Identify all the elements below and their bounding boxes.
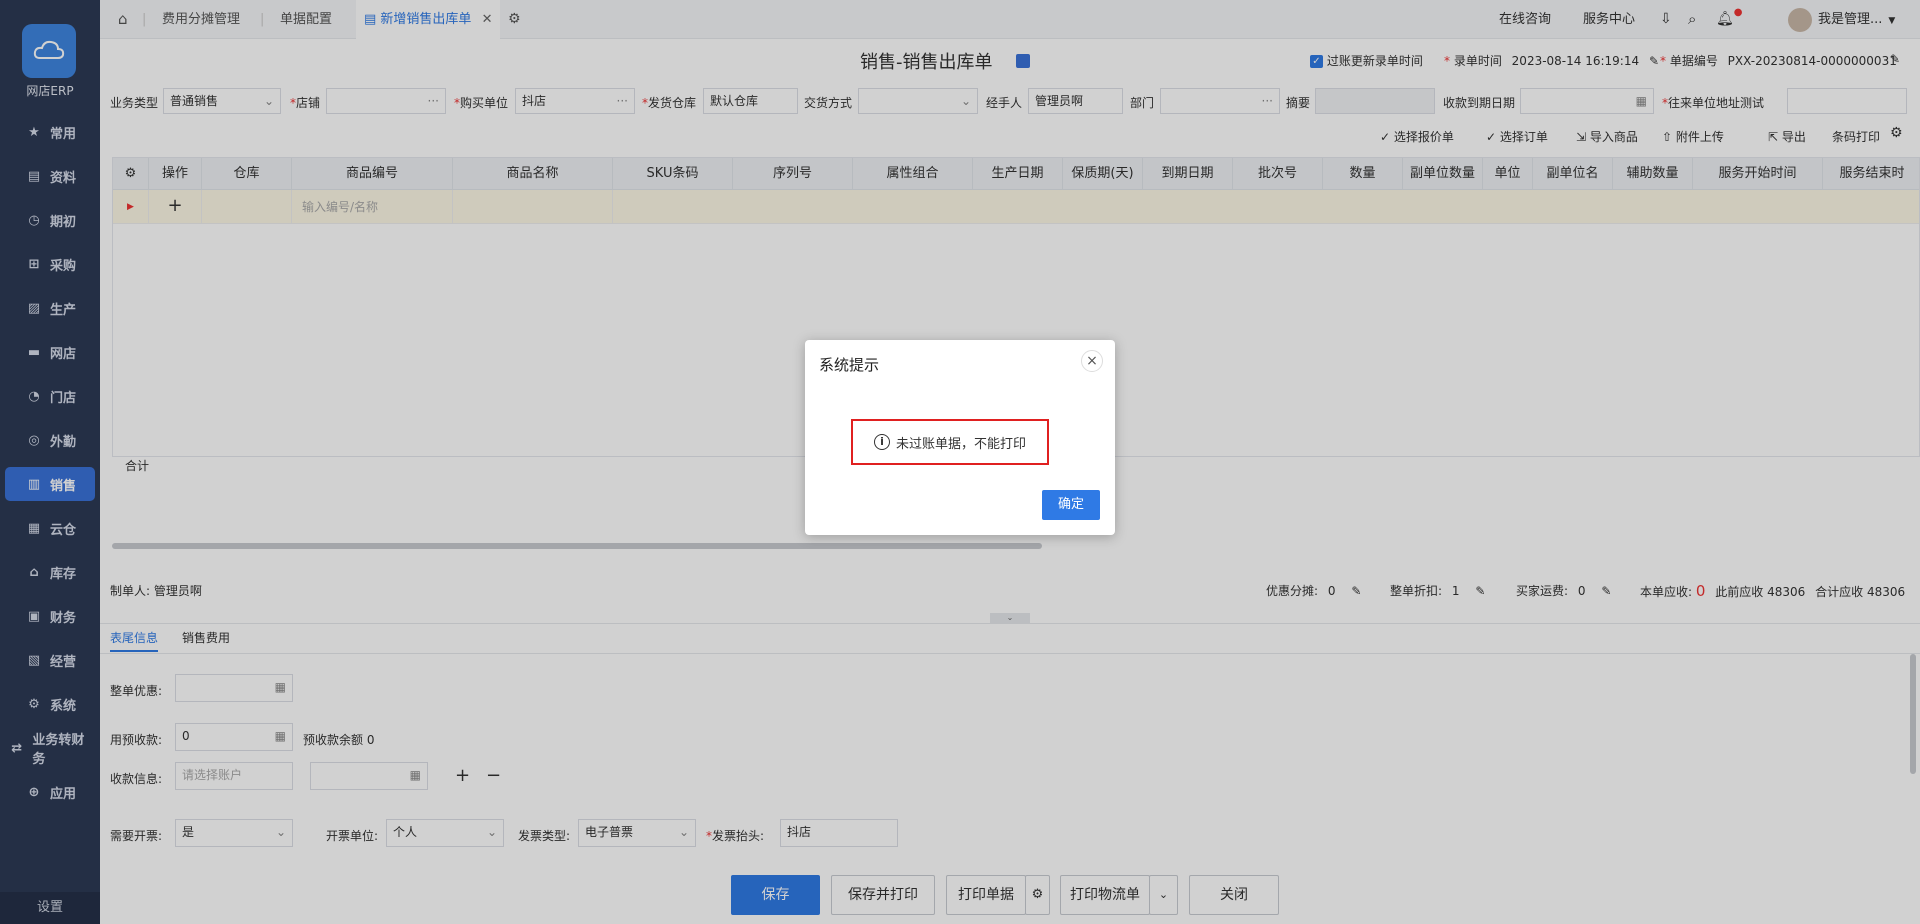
dialog-message-text: 未过账单据，不能打印 [895,436,1026,452]
dialog-message: i 未过账单据，不能打印 [851,419,1049,465]
info-icon: i [873,434,890,450]
confirm-button[interactable]: 确定 [1042,490,1100,520]
close-icon[interactable]: × [1081,350,1103,372]
system-prompt-dialog: 系统提示 × i 未过账单据，不能打印 确定 [805,340,1115,535]
dialog-title: 系统提示 [819,356,880,374]
